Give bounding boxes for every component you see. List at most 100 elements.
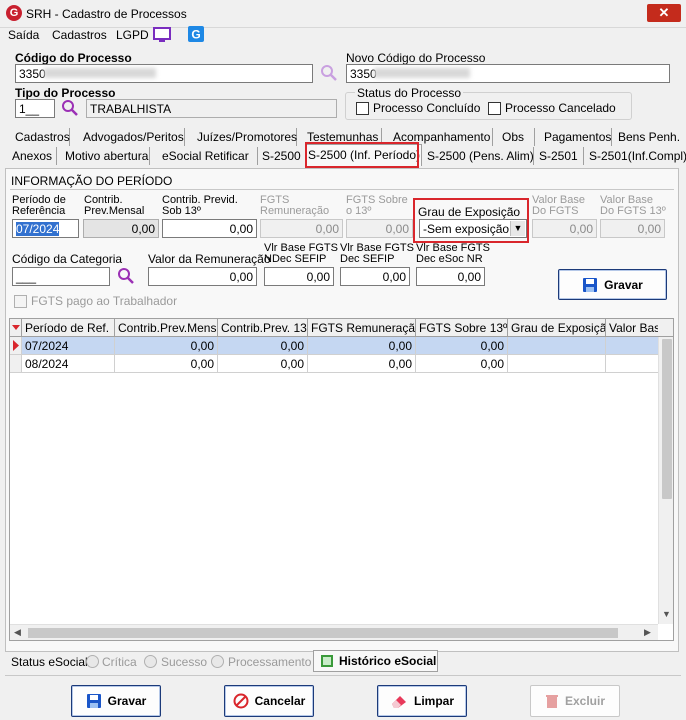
menu-bar: Saída Cadastros LGPD G: [0, 26, 686, 44]
tab-esocial-retificar[interactable]: eSocial Retificar: [150, 147, 258, 165]
cancelar-label: Cancelar: [254, 694, 306, 708]
menu-saida[interactable]: Saída: [8, 28, 39, 42]
grau-select[interactable]: -Sem exposição a ▼: [419, 219, 527, 238]
section-save-label: Gravar: [604, 277, 643, 292]
tab-row-2: Anexos Motivo abertura eSocial Retificar…: [8, 144, 686, 166]
save-icon: [86, 694, 101, 708]
status-esocial-label: Status eSocial:: [11, 655, 92, 669]
grid-cell[interactable]: [508, 355, 606, 372]
grid-cell[interactable]: [606, 355, 658, 372]
vlr-nr-label: Vlr Base FGTS Dec eSoc NR: [416, 242, 490, 265]
historico-esocial-button[interactable]: Histórico eSocial: [313, 650, 438, 672]
concluido-checkbox[interactable]: [356, 102, 369, 115]
processamento-radio[interactable]: [211, 655, 224, 668]
tab-s2500[interactable]: S-2500: [258, 147, 306, 165]
scrollbar-thumb[interactable]: [28, 628, 618, 638]
processamento-label: Processamento: [228, 655, 312, 669]
title-bar: G SRH - Cadastro de Processos ✕: [0, 0, 686, 28]
svg-text:G: G: [191, 28, 200, 42]
menu-lgpd[interactable]: LGPD: [116, 28, 149, 42]
scroll-right-icon[interactable]: ▶: [644, 627, 651, 638]
vlr-dec-label: Vlr Base FGTS Dec SEFIP: [340, 242, 414, 265]
cancelar-button[interactable]: Cancelar: [224, 685, 314, 717]
section-title: INFORMAÇÃO DO PERÍODO: [11, 174, 173, 188]
grid-cell[interactable]: 0,00: [416, 337, 508, 354]
section-save-button[interactable]: Gravar: [558, 269, 667, 300]
row-indicator: [10, 337, 22, 354]
tab-motivo[interactable]: Motivo abertura: [57, 147, 150, 165]
grid-indicator-header: [10, 319, 22, 337]
fgts13-label: FGTS Sobre o 13º: [346, 194, 408, 217]
vertical-scrollbar[interactable]: ▼: [658, 337, 673, 624]
tipo-code-input[interactable]: 1__: [15, 99, 55, 118]
tab-s2501[interactable]: S-2501: [534, 147, 584, 165]
grid-cell[interactable]: 0,00: [416, 355, 508, 372]
vlr-dec-input[interactable]: 0,00: [340, 267, 410, 286]
tab-advogados[interactable]: Advogados/Peritos: [70, 128, 185, 146]
close-button[interactable]: ✕: [647, 4, 681, 22]
vlr-ndec-input[interactable]: 0,00: [264, 267, 334, 286]
valor-rem-input[interactable]: 0,00: [148, 267, 257, 286]
tab-anexos[interactable]: Anexos: [8, 147, 57, 165]
menu-cadastros[interactable]: Cadastros: [52, 28, 107, 42]
grid-cell[interactable]: 0,00: [218, 337, 308, 354]
horizontal-scrollbar[interactable]: ◀ ▶: [10, 624, 658, 640]
row-indicator: [10, 355, 22, 372]
grid-cell[interactable]: 0,00: [115, 355, 218, 372]
codigo-label: Código do Processo: [15, 51, 132, 65]
periodo-label: Período de Referência: [12, 194, 66, 217]
contrib13-input[interactable]: 0,00: [162, 219, 257, 238]
scroll-down-icon[interactable]: ▼: [662, 609, 671, 619]
monitor-icon[interactable]: [153, 27, 171, 43]
cancelado-checkbox[interactable]: [488, 102, 501, 115]
grid-cell[interactable]: 07/2024: [22, 337, 115, 354]
fgts-pago-checkbox[interactable]: [14, 295, 27, 308]
periodo-input[interactable]: 07/2024: [12, 219, 79, 238]
grid-col-contrib13[interactable]: Contrib.Prev. 13º: [218, 319, 308, 337]
categoria-input[interactable]: ___: [12, 267, 110, 286]
grid-cell[interactable]: [508, 337, 606, 354]
trash-icon: [545, 695, 558, 708]
g-logo-icon[interactable]: G: [188, 26, 204, 42]
chevron-down-icon[interactable]: ▼: [510, 221, 525, 236]
grid-col-fgts-rem[interactable]: FGTS Remuneração: [308, 319, 416, 337]
grid-cell[interactable]: 0,00: [308, 355, 416, 372]
tab-s2500-pens[interactable]: S-2500 (Pens. Alim): [422, 147, 534, 165]
grid-col-grau[interactable]: Grau de Exposição: [508, 319, 606, 337]
grid-cell[interactable]: 08/2024: [22, 355, 115, 372]
tab-pagamentos[interactable]: Pagamentos: [535, 128, 612, 146]
vb-fgts13-label: Valor Base Do FGTS 13º: [600, 194, 666, 217]
scroll-left-icon[interactable]: ◀: [14, 627, 21, 638]
sucesso-radio[interactable]: [144, 655, 157, 668]
status-group-label: Status do Processo: [355, 86, 464, 100]
gravar-button[interactable]: Gravar: [71, 685, 161, 717]
contrib13-label: Contrib. Previd. Sob 13º: [162, 194, 238, 217]
table-row[interactable]: 07/2024 0,00 0,00 0,00 0,00: [10, 337, 658, 355]
excluir-button[interactable]: Excluir: [530, 685, 620, 717]
grid-col-fgts13[interactable]: FGTS Sobre 13º: [416, 319, 508, 337]
period-grid: Período de Ref. Contrib.Prev.Mensal Cont…: [9, 318, 674, 641]
grid-cell[interactable]: 0,00: [115, 337, 218, 354]
grid-col-periodo[interactable]: Período de Ref.: [22, 319, 115, 337]
grid-col-contrib[interactable]: Contrib.Prev.Mensal: [115, 319, 218, 337]
critica-radio[interactable]: [86, 655, 99, 668]
tab-s2500-inf-periodo[interactable]: S-2500 (Inf. Período): [306, 144, 422, 166]
tab-bens[interactable]: Bens Penh.: [612, 128, 680, 146]
limpar-button[interactable]: Limpar: [377, 685, 467, 717]
tab-cadastros[interactable]: Cadastros: [8, 128, 70, 146]
grid-col-vb[interactable]: Valor Base: [606, 319, 658, 337]
grid-cell[interactable]: 0,00: [308, 337, 416, 354]
tab-s2501-inf-compl[interactable]: S-2501(Inf.Compl): [584, 147, 686, 165]
search-icon[interactable]: [117, 267, 135, 285]
tab-obs[interactable]: Obs: [493, 128, 535, 146]
search-icon[interactable]: [320, 64, 338, 82]
tab-juizes[interactable]: Juízes/Promotores: [185, 128, 297, 146]
table-row[interactable]: 08/2024 0,00 0,00 0,00 0,00: [10, 355, 658, 373]
scrollbar-thumb[interactable]: [662, 339, 672, 499]
contrib-label: Contrib. Prev.Mensal: [84, 194, 145, 217]
search-icon[interactable]: [61, 99, 79, 117]
vlr-nr-input[interactable]: 0,00: [416, 267, 485, 286]
grid-cell[interactable]: 0,00: [218, 355, 308, 372]
concluido-label: Processo Concluído: [373, 101, 481, 115]
grid-cell[interactable]: [606, 337, 658, 354]
